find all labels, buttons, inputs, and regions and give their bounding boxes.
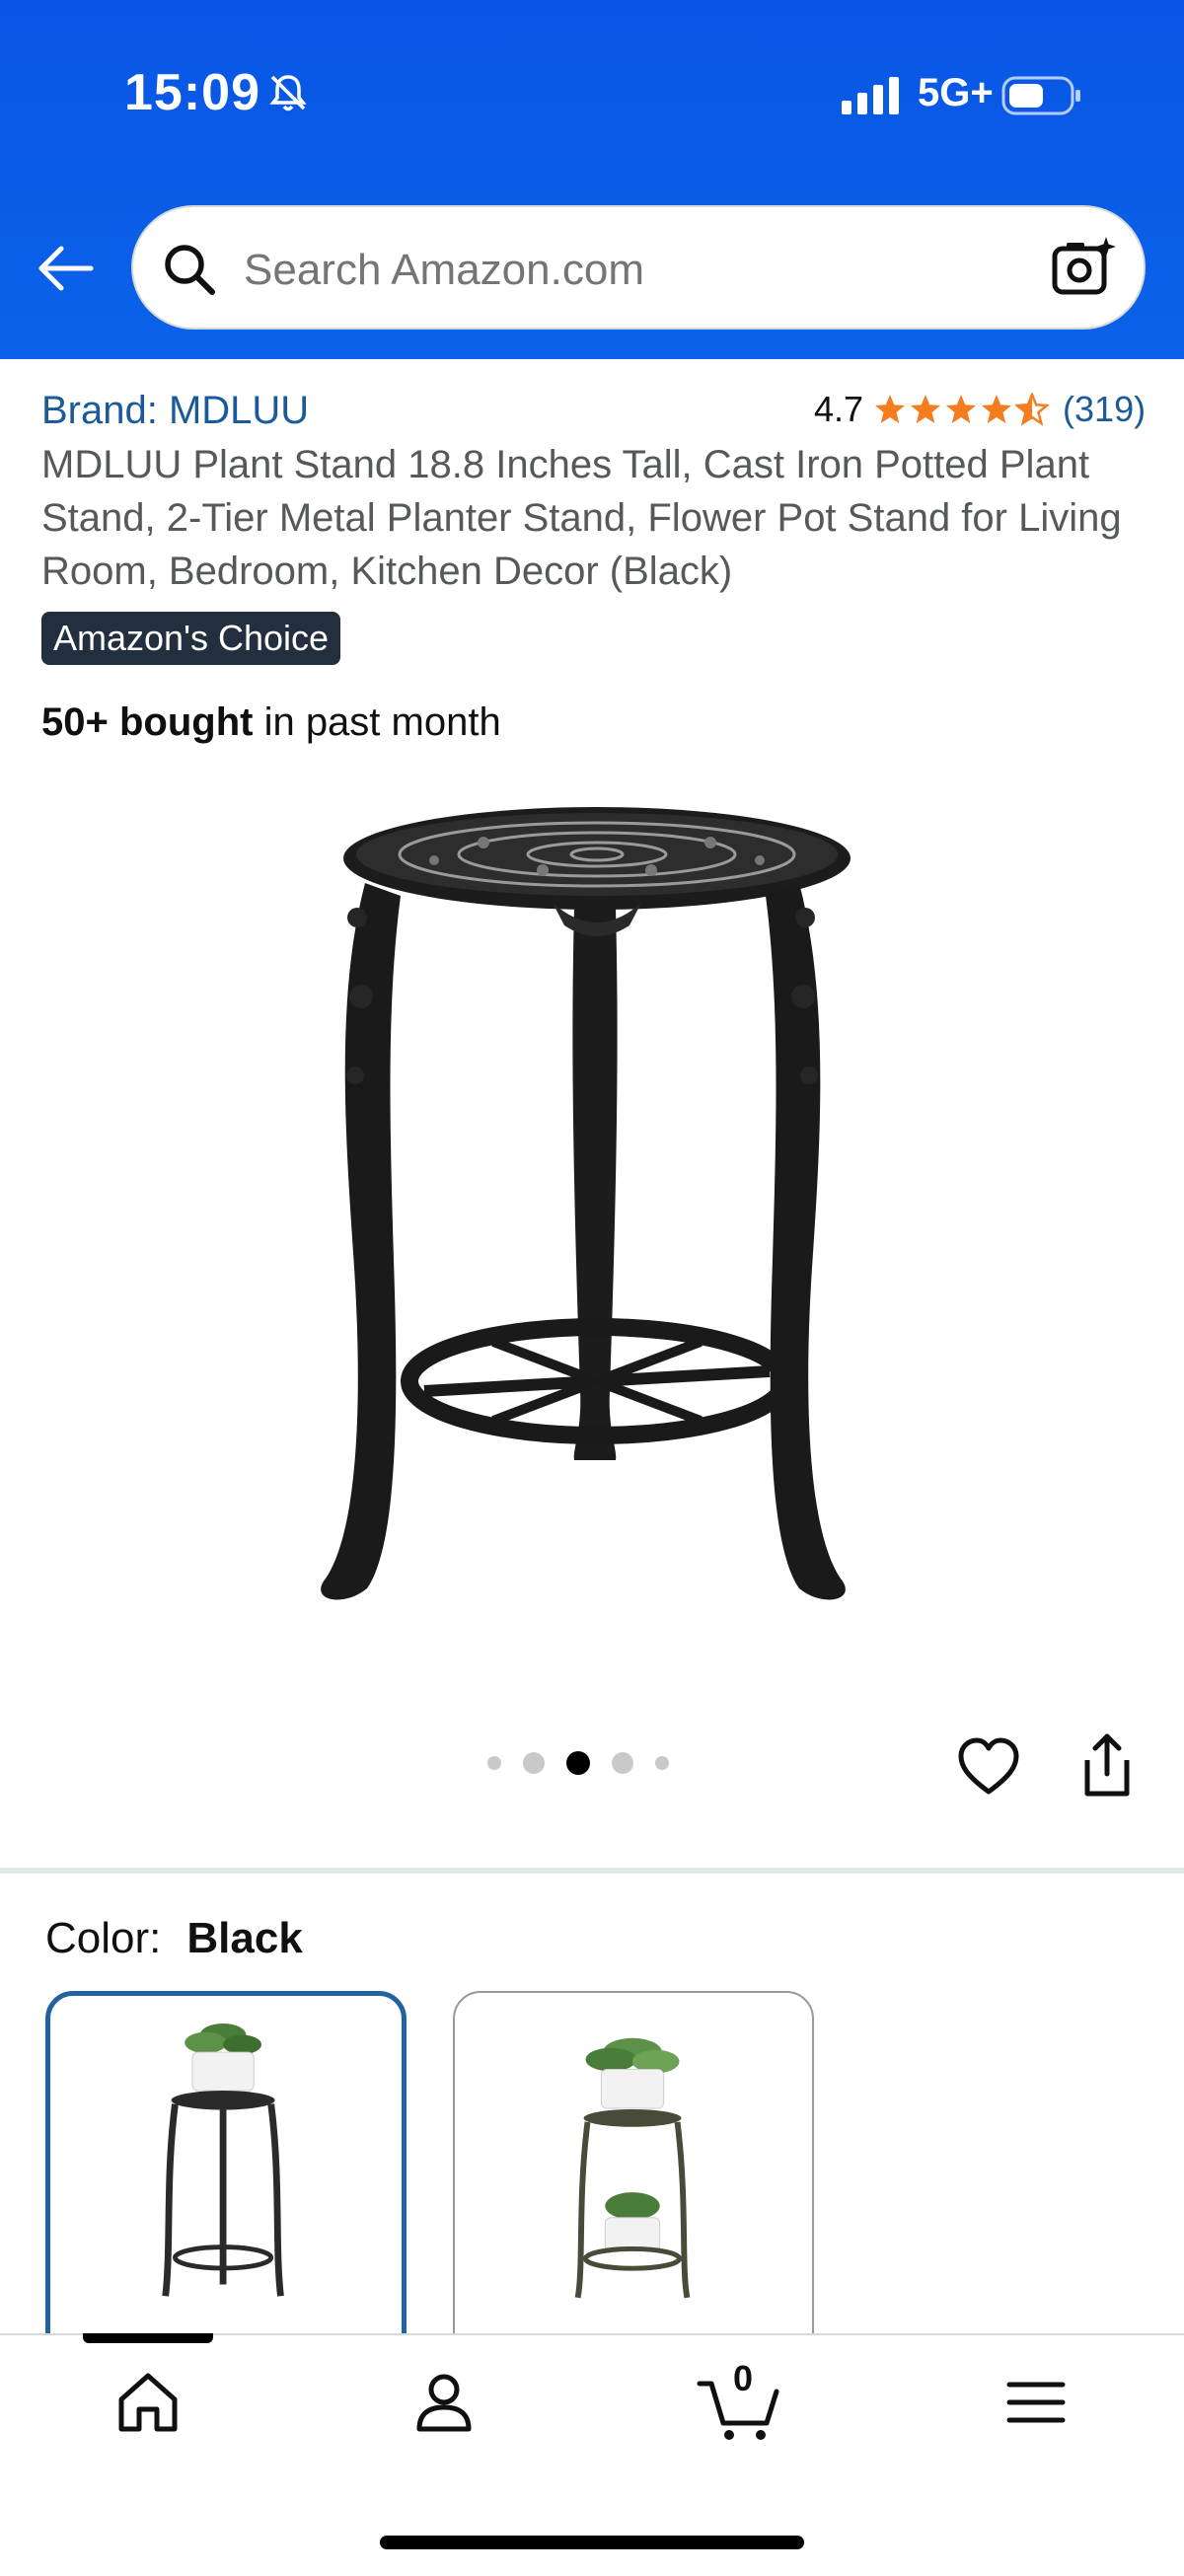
product-title: MDLUU Plant Stand 18.8 Inches Tall, Cast… bbox=[41, 443, 1122, 593]
amazons-choice-badge[interactable]: Amazon's Choice bbox=[41, 612, 340, 665]
pagination-dot[interactable] bbox=[612, 1752, 633, 1774]
back-arrow-icon[interactable] bbox=[34, 237, 97, 300]
menu-icon[interactable] bbox=[1001, 2368, 1071, 2437]
search-bar[interactable] bbox=[131, 205, 1146, 330]
cart-button[interactable]: 0 bbox=[696, 2358, 784, 2447]
signal-icon bbox=[842, 77, 899, 114]
network-type: 5G+ bbox=[918, 71, 994, 114]
color-selector-label: Color: Black bbox=[45, 1914, 303, 1963]
image-pagination[interactable] bbox=[487, 1751, 691, 1775]
bought-rest: in past month bbox=[253, 700, 501, 744]
account-icon[interactable] bbox=[409, 2368, 479, 2437]
star-icon bbox=[946, 395, 977, 423]
brand-link[interactable]: Brand: MDLUU bbox=[41, 389, 309, 433]
pagination-dot[interactable] bbox=[487, 1756, 501, 1770]
status-time: 15:09 bbox=[124, 64, 260, 121]
share-icon[interactable] bbox=[1075, 1730, 1139, 1800]
pagination-dot[interactable] bbox=[523, 1752, 545, 1774]
star-icon bbox=[911, 395, 941, 423]
star-icon bbox=[875, 395, 906, 423]
battery-icon bbox=[1001, 76, 1080, 115]
star-icon bbox=[982, 395, 1012, 423]
bought-count: 50+ bought in past month bbox=[41, 700, 501, 745]
color-label: Color: bbox=[45, 1914, 162, 1962]
home-icon[interactable] bbox=[113, 2368, 183, 2437]
rating-stars bbox=[873, 393, 1051, 426]
pagination-dot-active[interactable] bbox=[566, 1751, 590, 1775]
rating-value: 4.7 bbox=[814, 389, 864, 429]
search-input[interactable] bbox=[242, 235, 1035, 306]
bought-bold: 50+ bought bbox=[41, 700, 254, 744]
section-divider bbox=[0, 1868, 1184, 1874]
silent-bell-icon bbox=[269, 75, 307, 111]
app-header: 15:09 5G+ bbox=[0, 0, 1184, 359]
color-selected-value: Black bbox=[186, 1914, 303, 1962]
pagination-dot[interactable] bbox=[655, 1756, 669, 1770]
wishlist-heart-icon[interactable] bbox=[957, 1736, 1020, 1800]
half-star-icon bbox=[1015, 393, 1050, 426]
product-image[interactable] bbox=[316, 779, 878, 1657]
search-icon bbox=[165, 245, 215, 295]
nav-active-indicator bbox=[83, 2333, 213, 2343]
rating-count-link[interactable]: (319) bbox=[1063, 389, 1146, 430]
rating-summary[interactable]: 4.7 (319) bbox=[814, 389, 1146, 430]
camera-search-icon[interactable] bbox=[1051, 235, 1118, 302]
cart-count: 0 bbox=[733, 2358, 754, 2398]
home-indicator[interactable] bbox=[380, 2536, 804, 2549]
